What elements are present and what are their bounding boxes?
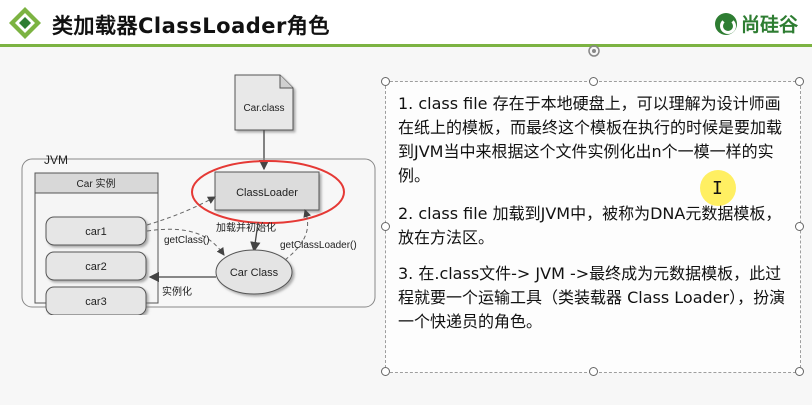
instantiate-label: 实例化 [162,285,192,298]
resize-handle-top-left[interactable] [381,77,390,86]
resize-handle-top-right[interactable] [795,77,804,86]
diamond-logo-icon [9,7,41,39]
instance-item-car3: car3 [45,286,147,315]
paragraph-1: 1. class file 存在于本地硬盘上，可以理解为设计师画在纸上的模板，而… [398,94,783,185]
class-file-node: Car.class [234,74,294,131]
resize-handle-mid-right[interactable] [795,222,804,231]
resize-handle-bottom-right[interactable] [795,367,804,376]
load-init-label: 加载并初始化 [216,221,276,234]
instance-label: car1 [85,226,106,238]
instance-label: car2 [85,261,106,273]
paragraph-2: 2. class file 加载到JVM中，被称为DNA元数据模板，放在方法区。 [398,204,782,247]
brand-mark-icon [714,12,737,35]
class-file-label: Car.class [243,103,284,114]
instance-item-car1: car1 [45,216,147,246]
rotate-handle-icon[interactable] [587,44,601,58]
paragraph-3: 3. 在.class文件-> JVM ->最终成为元数据模板，此过程就要一个运输… [398,264,786,331]
brand-logo: 尚硅谷 [714,10,798,37]
resize-handle-top-mid[interactable] [589,77,598,86]
jvm-label: JVM [44,153,68,167]
getclassloader-label: getClassLoader() [280,240,357,251]
classloader-diagram: Car.class JVM ClassLoader 加载并初始化 Car Cla… [21,74,376,315]
text-box[interactable]: 1. class file 存在于本地硬盘上，可以理解为设计师画在纸上的模板，而… [385,81,801,373]
getclass-label: getClass() [164,235,210,246]
slide-header: 类加载器ClassLoader角色 尚硅谷 [0,0,812,46]
car-class-label: Car Class [230,267,279,279]
text-cursor-icon: I [712,178,723,199]
instance-header: Car 实例 [77,177,116,190]
instance-label: car3 [85,296,106,308]
getclassloader-arrow [284,209,312,261]
header-accent-bar [0,44,812,47]
brand-name: 尚硅谷 [740,14,798,36]
slide-title: 类加载器ClassLoader角色 [52,14,330,38]
classloader-label: ClassLoader [236,187,298,199]
slide: 类加载器ClassLoader角色 尚硅谷 Car.class JVM Clas… [0,0,812,405]
resize-handle-bottom-left[interactable] [381,367,390,376]
resize-handle-mid-left[interactable] [381,222,390,231]
instance-item-car2: car2 [45,251,147,281]
resize-handle-bottom-mid[interactable] [589,367,598,376]
